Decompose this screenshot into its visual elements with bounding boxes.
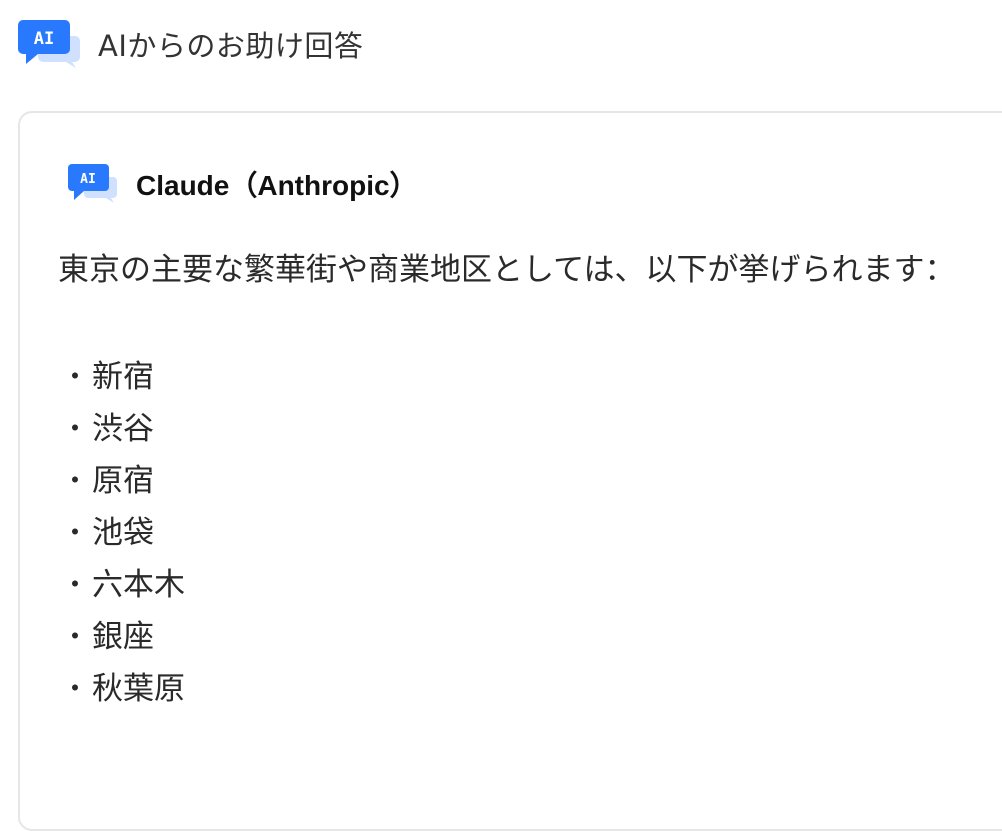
list-item: ・池袋 [58,507,998,559]
place-name: 渋谷 [92,411,154,447]
list-item: ・原宿 [58,455,998,507]
list-item: ・新宿 [58,351,998,403]
place-name: 銀座 [92,619,154,655]
answer-intro: 東京の主要な繁華街や商業地区としては、以下が挙げられます： [58,252,956,288]
bullet: ・ [60,620,89,653]
bullet: ・ [60,360,89,393]
list-item: ・渋谷 [58,403,998,455]
list-item: ・秋葉原 [58,663,998,715]
ai-chat-icon: AI [68,163,118,205]
bullet: ・ [60,464,89,497]
place-name: 原宿 [92,463,154,499]
ai-icon-text: AI [34,29,54,49]
place-name: 六本木 [92,567,185,603]
answer-header: AI AIからのお助け回答 [18,18,363,70]
ai-chat-icon: AI [18,18,82,70]
provider-name: Claude（Anthropic） [136,170,418,201]
list-item: ・六本木 [58,559,998,611]
place-name: 秋葉原 [92,671,185,707]
bullet: ・ [60,516,89,549]
place-name: 池袋 [92,515,154,551]
answer-card-header: AI Claude（Anthropic） [68,163,418,205]
answer-body: 東京の主要な繁華街や商業地区としては、以下が挙げられます： ・新宿 ・渋谷 ・原… [58,243,998,715]
ai-icon-text: AI [80,172,96,187]
places-list: ・新宿 ・渋谷 ・原宿 ・池袋 ・六本木 ・銀座 ・秋葉原 [58,351,998,715]
list-item: ・銀座 [58,611,998,663]
page-title: AIからのお助け回答 [98,29,364,63]
bullet: ・ [60,412,89,445]
bullet: ・ [60,672,89,705]
place-name: 新宿 [92,359,154,395]
answer-card: AI Claude（Anthropic） 東京の主要な繁華街や商業地区としては、… [18,111,1002,831]
bullet: ・ [60,568,89,601]
